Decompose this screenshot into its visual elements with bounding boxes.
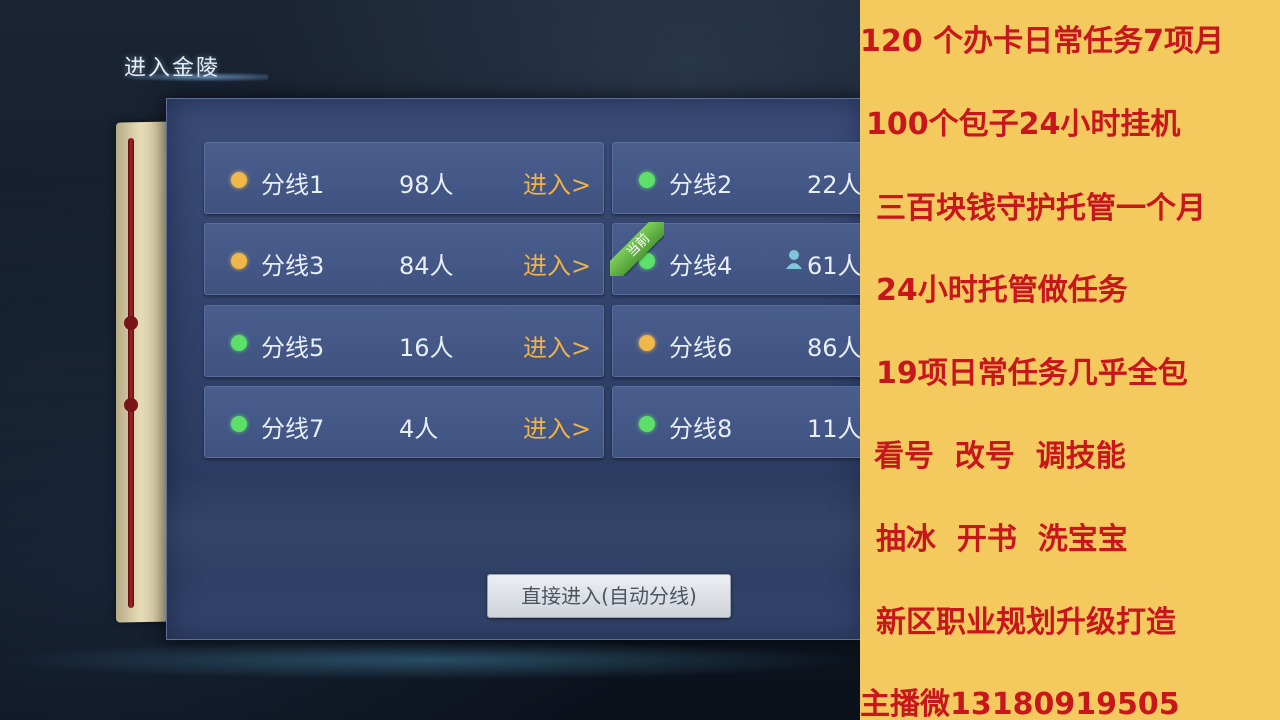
server-card-2[interactable]: 分线2 22人	[612, 142, 860, 214]
status-dot	[639, 172, 655, 188]
promo-line-8: 新区职业规划升级打造	[876, 605, 1176, 640]
server-name: 分线4	[669, 252, 733, 280]
promo-line-9: 主播微13180919505	[860, 687, 1180, 720]
player-count: 98人	[399, 171, 454, 199]
status-dot	[639, 335, 655, 351]
server-name: 分线8	[669, 415, 733, 443]
promo-line-2: 100个包子24小时挂机	[866, 107, 1181, 142]
current-server-ribbon: 当前	[610, 222, 664, 276]
player-icon	[786, 250, 802, 269]
scroll-knob	[124, 398, 138, 412]
status-dot	[639, 416, 655, 432]
server-card-1[interactable]: 分线1 98人 进入>	[204, 142, 604, 214]
status-dot	[231, 172, 247, 188]
player-count: 11人	[807, 415, 860, 443]
server-card-3[interactable]: 分线3 84人 进入>	[204, 223, 604, 295]
promo-line-6: 看号 改号 调技能	[874, 439, 1126, 474]
server-name: 分线3	[261, 252, 325, 280]
game-background: 进入金陵 分线1 98人 进入> 分线2 22人 分线3 84人 进入> 分线4…	[0, 0, 860, 720]
server-card-8[interactable]: 分线8 11人	[612, 386, 860, 458]
player-count: 22人	[807, 171, 860, 199]
player-count: 61人	[807, 252, 860, 280]
scroll-rod	[128, 138, 134, 608]
promo-line-7: 抽冰 开书 洗宝宝	[876, 522, 1128, 557]
server-card-6[interactable]: 分线6 86人	[612, 305, 860, 377]
dialog-title: 进入金陵	[124, 56, 221, 81]
status-dot	[231, 416, 247, 432]
promo-line-1: 120 个办卡日常任务7项月	[860, 24, 1224, 59]
scroll-knob	[124, 316, 138, 330]
enter-link[interactable]: 进入>	[523, 328, 591, 363]
player-count: 84人	[399, 252, 454, 280]
player-count: 16人	[399, 334, 454, 362]
server-name: 分线2	[669, 171, 733, 199]
server-name: 分线6	[669, 334, 733, 362]
promo-line-5: 19项日常任务几乎全包	[876, 356, 1188, 391]
current-badge-label: 当前	[610, 222, 664, 276]
bottom-glow	[0, 640, 860, 680]
player-count: 86人	[807, 334, 860, 362]
server-name: 分线1	[261, 171, 325, 199]
player-count: 4人	[399, 415, 439, 443]
status-dot	[231, 253, 247, 269]
server-card-5[interactable]: 分线5 16人 进入>	[204, 305, 604, 377]
server-name: 分线7	[261, 415, 325, 443]
promo-line-4: 24小时托管做任务	[876, 273, 1128, 308]
enter-link[interactable]: 进入>	[523, 246, 591, 281]
panel-sheen	[167, 479, 860, 579]
auto-enter-button[interactable]: 直接进入(自动分线)	[487, 574, 731, 618]
enter-link[interactable]: 进入>	[523, 165, 591, 200]
promo-line-3: 三百块钱守护托管一个月	[876, 191, 1206, 226]
status-dot	[231, 335, 247, 351]
enter-link[interactable]: 进入>	[523, 409, 591, 444]
promo-panel: 120 个办卡日常任务7项月 100个包子24小时挂机 三百块钱守护托管一个月 …	[860, 0, 1280, 720]
server-name: 分线5	[261, 334, 325, 362]
server-card-7[interactable]: 分线7 4人 进入>	[204, 386, 604, 458]
